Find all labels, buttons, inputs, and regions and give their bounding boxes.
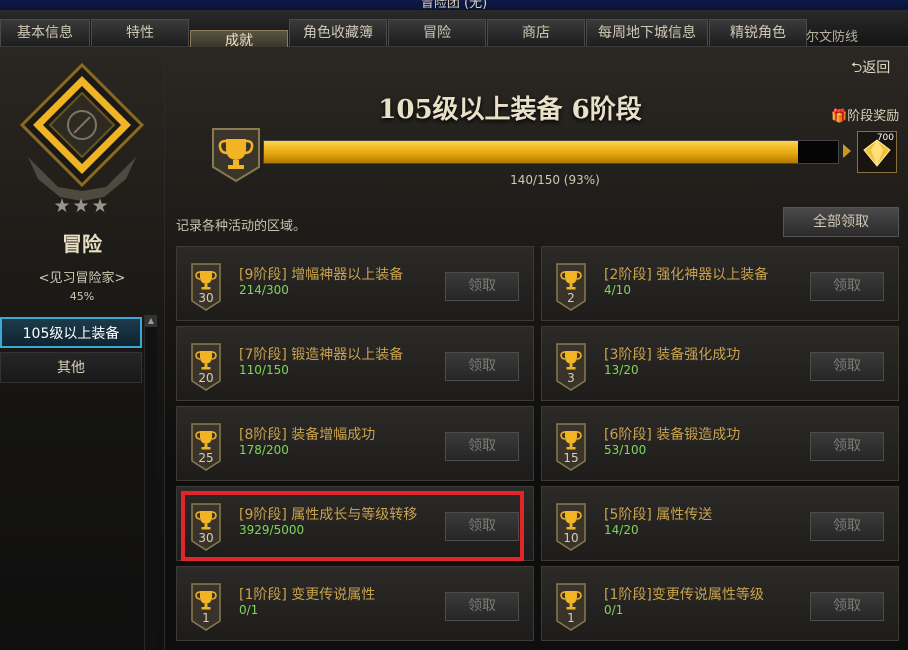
achievement-card: 1 [1阶段]变更传说属性等级 0/1 领取 [541, 566, 899, 641]
badge-level: 25 [198, 451, 214, 465]
achievement-card: 25 [8阶段] 装备增幅成功 178/200 领取 [176, 406, 534, 481]
claim-button[interactable]: 领取 [810, 592, 884, 621]
achievement-card: 2 [2阶段] 强化神器以上装备 4/10 领取 [541, 246, 899, 321]
achievement-card: 3 [3阶段] 装备强化成功 13/20 领取 [541, 326, 899, 401]
tab-adventure[interactable]: 冒险 [388, 19, 486, 46]
reward-count: 700 [876, 133, 894, 143]
achievement-card: 30 [9阶段] 增幅神器以上装备 214/300 领取 [176, 246, 534, 321]
claim-button[interactable]: 领取 [445, 352, 519, 381]
tab-shop[interactable]: 商店 [487, 19, 585, 46]
achievement-progress: 0/1 [604, 603, 624, 617]
tab-weekly-dungeon[interactable]: 每周地下城信息 [586, 19, 708, 46]
achievement-progress: 14/20 [604, 523, 639, 537]
achievement-progress: 110/150 [239, 363, 289, 377]
badge-level: 2 [567, 291, 575, 305]
achievement-progress: 53/100 [604, 443, 647, 457]
claim-button[interactable]: 领取 [445, 592, 519, 621]
rank-stars: ★★★ [53, 195, 111, 217]
category-item-equipment[interactable]: 105级以上装备 [0, 317, 142, 348]
tab-traits[interactable]: 特性 [91, 19, 189, 46]
rank-title: 冒险 [62, 232, 102, 256]
back-button[interactable]: ⮌返回 [851, 57, 890, 81]
achievement-title: [8阶段] 装备增幅成功 [239, 427, 376, 443]
claim-button[interactable]: 领取 [810, 512, 884, 541]
tab-bar: 基本信息 特性 成就 角色收藏簿 冒险 商店 每周地下城信息 精锐角色 尔文防线 [0, 10, 908, 54]
window-title: 冒险团 (无) [420, 0, 488, 10]
claim-button[interactable]: 领取 [445, 272, 519, 301]
badge-level: 1 [567, 611, 575, 625]
left-panel: ★★★ 冒险 <见习冒险家> 45% 105级以上装备 其他 ▲ [0, 47, 165, 650]
stage-progress-text: 140/150 (93%) [510, 173, 600, 187]
tab-character-collection[interactable]: 角色收藏簿 [289, 19, 387, 46]
tab-basic-info[interactable]: 基本信息 [0, 19, 90, 46]
back-label: 返回 [862, 60, 891, 76]
gift-icon: 🎁 [831, 109, 848, 124]
claim-all-button[interactable]: 全部领取 [783, 207, 899, 237]
stage-progress-fill [264, 141, 798, 163]
stage-reward-label: 🎁阶段奖励 [831, 109, 900, 124]
achievement-progress: 13/20 [604, 363, 639, 377]
claim-button[interactable]: 领取 [810, 432, 884, 461]
achievement-card: 1 [1阶段] 变更传说属性 0/1 领取 [176, 566, 534, 641]
badge-level: 10 [563, 531, 579, 545]
achievement-card: 20 [7阶段] 锻造神器以上装备 110/150 领取 [176, 326, 534, 401]
stage-reward-item[interactable]: 700 [857, 131, 897, 173]
achievement-title: [2阶段] 强化神器以上装备 [604, 267, 769, 283]
achievement-title: [7阶段] 锻造神器以上装备 [239, 347, 404, 363]
scroll-up-arrow-icon[interactable]: ▲ [145, 315, 157, 327]
trophy-shield-icon [212, 128, 260, 183]
achievement-title: [1阶段] 变更传说属性 [239, 587, 376, 603]
claim-button[interactable]: 领取 [810, 272, 884, 301]
achievement-title: [3阶段] 装备强化成功 [604, 347, 741, 363]
achievement-title: [1阶段]变更传说属性等级 [604, 587, 764, 603]
rank-subtitle: <见习冒险家> [38, 271, 126, 286]
achievement-title: [5阶段] 属性传送 [604, 507, 713, 523]
tab-overflow-text: 尔文防线 [806, 30, 859, 45]
achievement-progress: 178/200 [239, 443, 289, 457]
progress-arrow-icon [843, 144, 851, 158]
window-title-bar: 冒险团 (无) [0, 0, 908, 10]
section-description: 记录各种活动的区域。 [176, 219, 307, 234]
achievement-card: 10 [5阶段] 属性传送 14/20 领取 [541, 486, 899, 561]
back-arrow-icon: ⮌ [851, 60, 863, 76]
tab-elite-characters[interactable]: 精锐角色 [709, 19, 807, 46]
achievement-progress: 214/300 [239, 283, 289, 297]
achievement-progress: 4/10 [604, 283, 631, 297]
claim-button[interactable]: 领取 [445, 432, 519, 461]
achievement-title: [9阶段] 增幅神器以上装备 [239, 267, 404, 283]
rank-emblem-icon [19, 62, 145, 201]
badge-level: 1 [202, 611, 210, 625]
badge-level: 15 [563, 451, 579, 465]
achievement-progress: 0/1 [239, 603, 259, 617]
category-item-other[interactable]: 其他 [0, 352, 142, 383]
claim-button[interactable]: 领取 [810, 352, 884, 381]
achievement-card: 15 [6阶段] 装备锻造成功 53/100 领取 [541, 406, 899, 481]
stage-progress-bar [263, 140, 839, 164]
badge-level: 3 [567, 371, 575, 385]
rank-percent: 45% [69, 290, 95, 303]
stage-title: 105级以上装备 6阶段 [378, 95, 642, 125]
achievement-title: [6阶段] 装备锻造成功 [604, 427, 741, 443]
category-scrollbar[interactable]: ▲ [144, 315, 157, 650]
badge-level: 30 [198, 291, 214, 305]
badge-level: 20 [198, 371, 214, 385]
highlight-box [181, 491, 524, 561]
